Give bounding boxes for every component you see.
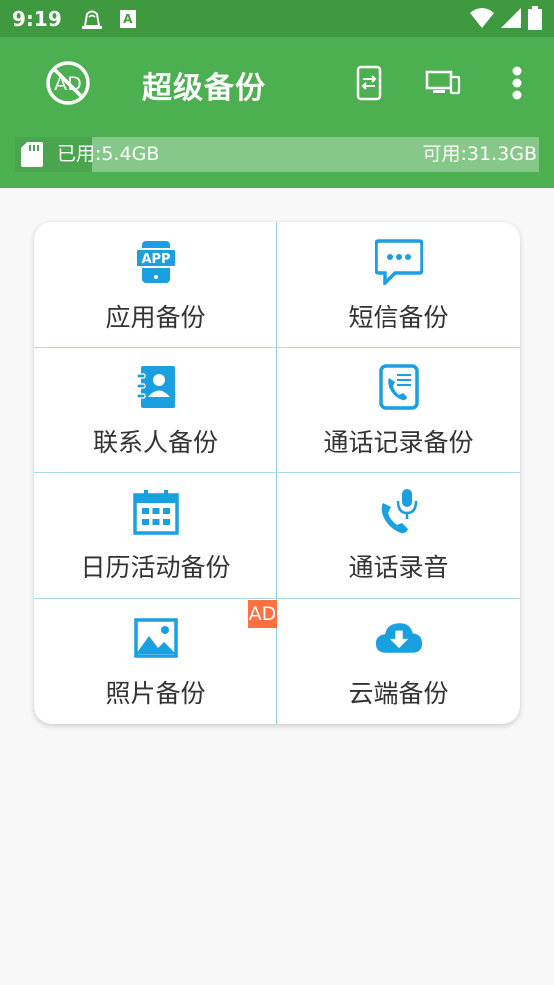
status-bar: 9:19 A bbox=[0, 0, 554, 37]
cloud-backup-button[interactable]: 云端备份 bbox=[277, 598, 520, 723]
app-icon-text: APP bbox=[141, 252, 170, 267]
cell-label: 通话录音 bbox=[348, 553, 449, 582]
ad-badge: AD bbox=[248, 600, 277, 628]
notification-alert-icon bbox=[78, 7, 106, 31]
cellular-signal-icon bbox=[500, 7, 522, 33]
call-log-icon bbox=[375, 363, 423, 411]
cell-label: 日历活动备份 bbox=[80, 553, 231, 582]
cell-label: 联系人备份 bbox=[92, 428, 218, 457]
more-vertical-icon bbox=[512, 66, 522, 100]
photo-backup-button[interactable]: 照片备份 bbox=[34, 598, 277, 723]
phone-transfer-icon bbox=[356, 65, 382, 101]
calendar-backup-button[interactable]: 日历活动备份 bbox=[34, 472, 277, 597]
devices-icon bbox=[425, 70, 461, 95]
status-time: 9:19 bbox=[12, 6, 62, 31]
sd-card-icon bbox=[21, 142, 43, 167]
storage-usage-bar: 已用:5.4GB 可用:31.3GB bbox=[15, 137, 539, 172]
phone-transfer-button[interactable] bbox=[349, 63, 389, 103]
app-title: 超级备份 bbox=[142, 71, 266, 106]
call-recording-button[interactable]: 通话录音 bbox=[277, 472, 520, 597]
photo-icon bbox=[132, 614, 180, 662]
app-backup-button[interactable]: APP 应用备份 bbox=[34, 222, 277, 347]
sim-label: A bbox=[123, 12, 133, 26]
cloud-download-icon bbox=[375, 614, 423, 662]
cell-label: 通话记录备份 bbox=[323, 428, 474, 457]
app-icon: APP bbox=[132, 238, 180, 286]
sms-icon bbox=[374, 238, 423, 286]
storage-free-label: 可用:31.3GB bbox=[422, 143, 537, 165]
contacts-backup-button[interactable]: 联系人备份 bbox=[34, 347, 277, 472]
wifi-icon bbox=[470, 7, 494, 33]
call-recording-icon bbox=[375, 488, 423, 536]
backup-options-grid: APP 应用备份 短信备份 联系人备份 通话记录备份 日历活动备份 通话录音 照… bbox=[34, 222, 520, 724]
contacts-icon bbox=[132, 363, 180, 411]
battery-icon bbox=[528, 6, 542, 34]
cell-label: 照片备份 bbox=[105, 679, 206, 708]
more-options-button[interactable] bbox=[497, 63, 537, 103]
device-connect-button[interactable] bbox=[423, 63, 463, 103]
cell-label: 短信备份 bbox=[348, 303, 449, 332]
ad-block-toggle[interactable]: AD bbox=[44, 59, 92, 107]
sms-backup-button[interactable]: 短信备份 bbox=[277, 222, 520, 347]
calendar-icon bbox=[132, 488, 180, 536]
call-log-backup-button[interactable]: 通话记录备份 bbox=[277, 347, 520, 472]
cell-label: 云端备份 bbox=[348, 679, 449, 708]
cell-label: 应用备份 bbox=[105, 303, 206, 332]
no-ads-icon: AD bbox=[46, 61, 90, 105]
storage-used-label: 已用:5.4GB bbox=[57, 143, 160, 165]
sim-card-icon: A bbox=[114, 7, 142, 31]
app-bar: AD 超级备份 bbox=[0, 37, 554, 188]
